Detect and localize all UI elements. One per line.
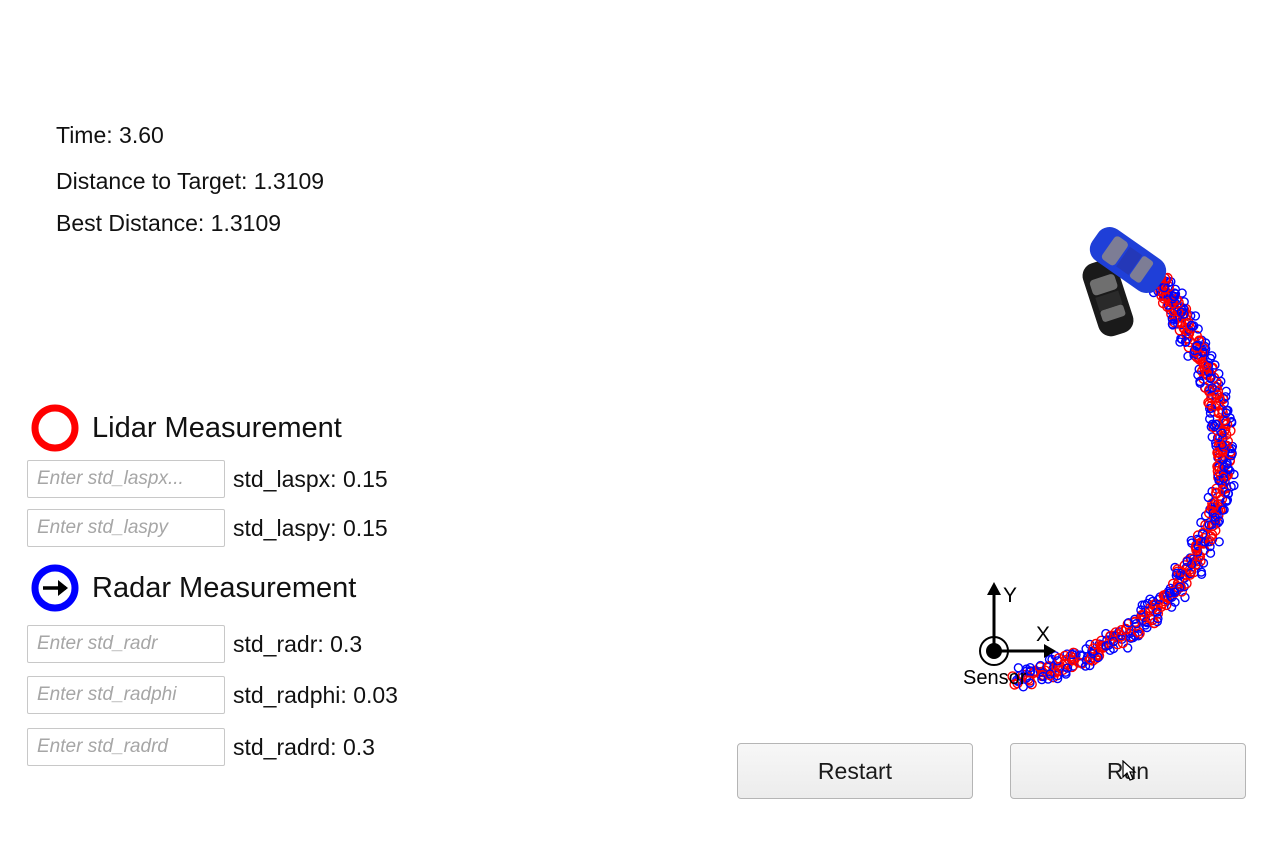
radar-measurement-marker xyxy=(1122,643,1133,653)
y-axis-label: Y xyxy=(1003,584,1017,607)
mouse-cursor-icon xyxy=(1122,760,1137,781)
radar-measurement-marker xyxy=(1203,492,1214,503)
sensor-label: Sensor xyxy=(963,667,1027,689)
radar-measurement-marker xyxy=(1190,311,1201,321)
y-axis-arrowhead xyxy=(987,582,1001,595)
restart-button[interactable]: Restart xyxy=(737,743,973,799)
radar-measurement-marker xyxy=(1229,480,1239,491)
x-axis-label: X xyxy=(1036,623,1050,646)
simulation-plot: X Y Sensor xyxy=(963,226,1239,692)
